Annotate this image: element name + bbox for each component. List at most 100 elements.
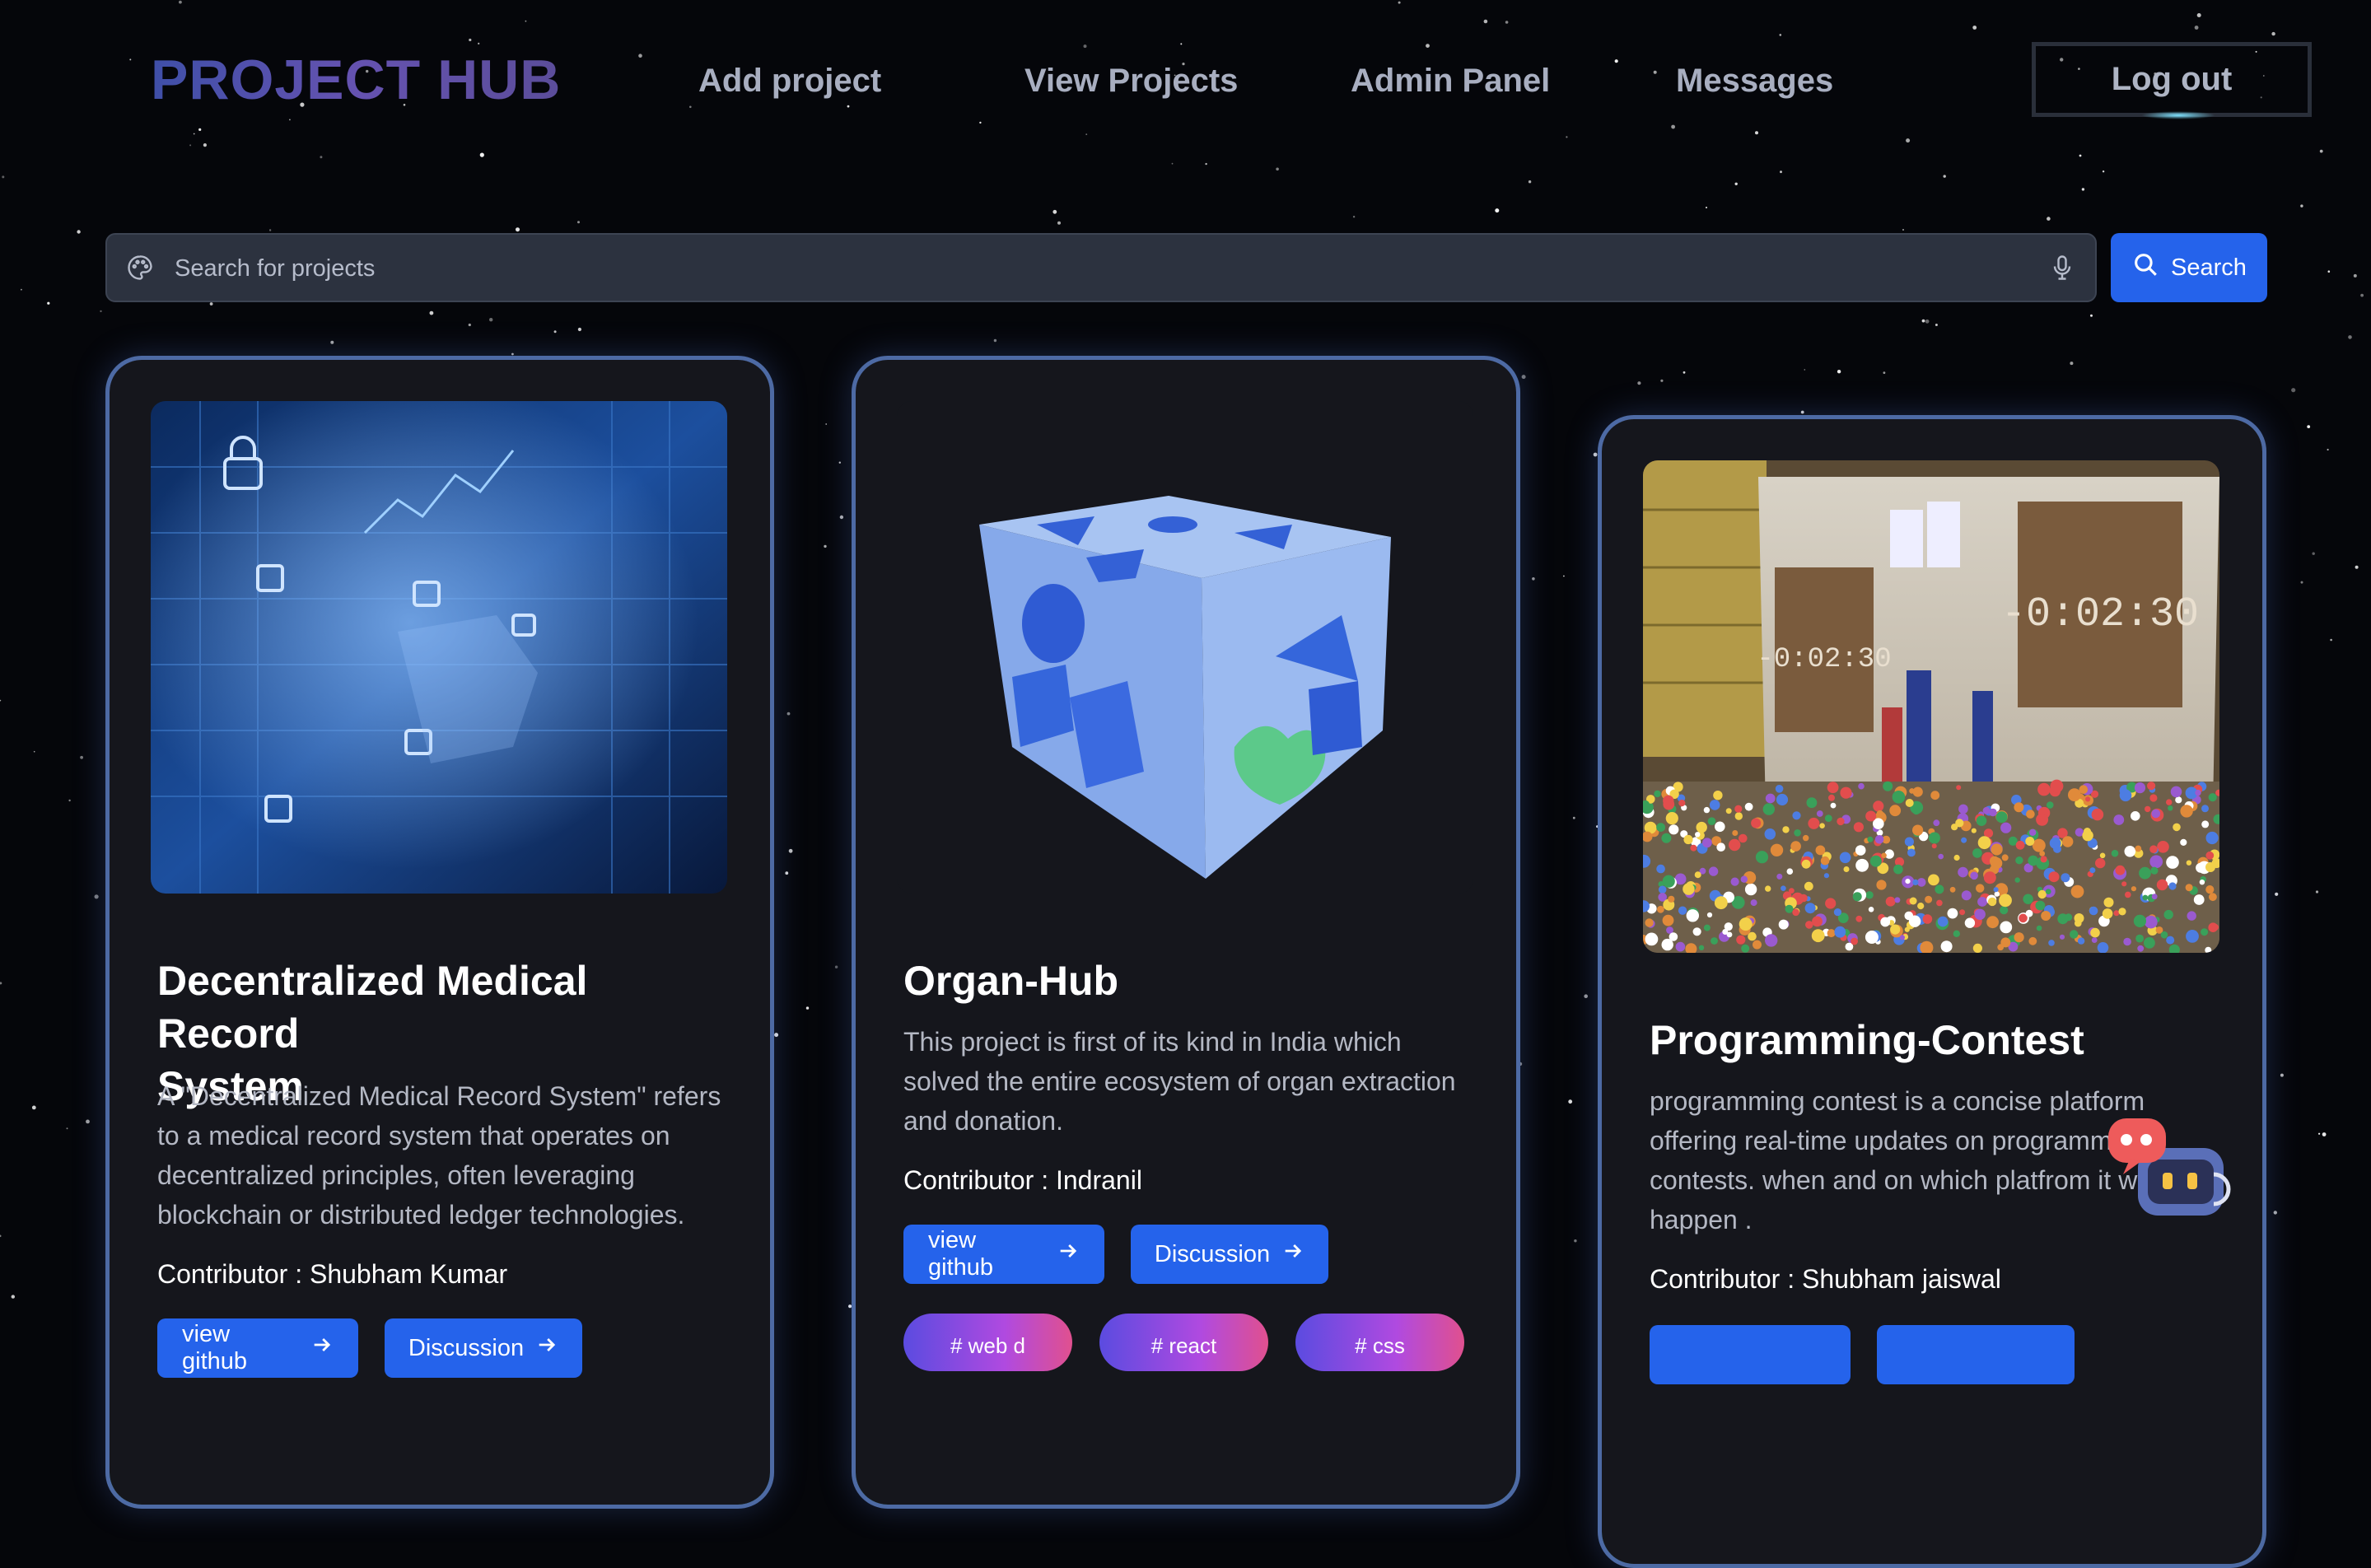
crowd-dot: [1698, 945, 1705, 950]
crowd-dot: [1904, 837, 1914, 847]
crowd-dot: [2123, 937, 2131, 946]
crowd-dot: [2180, 838, 2187, 846]
star: [2353, 273, 2357, 278]
crowd-dot: [1711, 937, 1718, 945]
crowd-dot: [2028, 936, 2037, 945]
crowd-dot: [2186, 860, 2192, 866]
star: [268, 229, 272, 231]
crowd-dot: [1668, 895, 1675, 903]
mic-icon[interactable]: [2047, 253, 2077, 287]
star: [86, 1119, 90, 1124]
star: [1057, 221, 1061, 225]
crowd-dot: [2113, 910, 2120, 917]
star: [21, 288, 22, 291]
tag-chip[interactable]: # web d: [903, 1314, 1072, 1371]
crowd-dot: [1662, 914, 1674, 926]
crowd-dot: [1933, 819, 1940, 827]
crowd-dot: [1828, 794, 1835, 801]
tag-chip[interactable]: # css: [1295, 1314, 1464, 1371]
crowd-dot: [2061, 873, 2070, 883]
crowd-dot: [2062, 836, 2074, 847]
crowd-dot: [1792, 908, 1799, 917]
search-input[interactable]: [173, 245, 1988, 292]
crowd-dot: [1816, 810, 1823, 817]
star: [786, 712, 791, 716]
star: [511, 352, 514, 356]
search-button[interactable]: Search: [2111, 233, 2267, 302]
crowd-dot: [1709, 800, 1720, 810]
search-button-label: Search: [2171, 254, 2247, 281]
star: [2291, 388, 2296, 393]
card-description: This project is first of its kind in Ind…: [903, 1027, 1456, 1136]
crowd-dot: [1823, 873, 1829, 879]
crowd-dot: [2170, 786, 2182, 798]
star: [2300, 204, 2303, 208]
logout-label: Log out: [2111, 61, 2233, 97]
view-github-button[interactable]: [1650, 1325, 1851, 1384]
crowd-dot: [2205, 885, 2215, 894]
crowd-dot: [2089, 867, 2096, 874]
discussion-button[interactable]: Discussion: [385, 1318, 582, 1378]
star: [0, 982, 2, 985]
crowd-dot: [2015, 840, 2025, 850]
crowd-dot: [1801, 859, 1811, 869]
crowd-dot: [2142, 894, 2149, 901]
crowd-dot: [2035, 900, 2046, 911]
discussion-button[interactable]: Discussion: [1131, 1225, 1328, 1284]
crowd-dot: [1858, 782, 1865, 790]
view-github-button[interactable]: view github: [157, 1318, 358, 1378]
crowd-dot: [2163, 909, 2173, 920]
crowd-dot: [1958, 866, 1968, 878]
crowd-dot: [2036, 813, 2049, 826]
star: [2047, 217, 2051, 221]
star: [1921, 319, 1925, 323]
crowd-dot: [1907, 848, 1916, 857]
crowd-dot: [2149, 855, 2163, 869]
crowd-dot: [1958, 804, 1968, 814]
top-navbar: PROJECT HUB Add project View Projects Ad…: [0, 0, 2371, 165]
star: [2102, 170, 2105, 173]
crowd-dot: [1786, 868, 1794, 875]
crowd-dot: [2151, 809, 2161, 819]
star: [2355, 565, 2359, 569]
crowd-dot: [1839, 852, 1851, 864]
crowd-dot: [1851, 937, 1858, 945]
discussion-button[interactable]: [1877, 1325, 2075, 1384]
chatbot-icon[interactable]: [2108, 1113, 2240, 1220]
crowd-dot: [2168, 882, 2177, 890]
crowd-dot: [2168, 805, 2173, 811]
crowd-dot: [2091, 808, 2104, 821]
logout-button[interactable]: Log out: [2032, 42, 2312, 117]
nav-messages[interactable]: Messages: [1676, 63, 1833, 100]
star: [2275, 892, 2279, 896]
brand-logo[interactable]: PROJECT HUB: [151, 48, 561, 112]
star: [805, 1006, 810, 1010]
arrow-right-icon: [310, 1333, 334, 1363]
crowd-dot: [2133, 914, 2146, 927]
crowd-dot: [1928, 874, 1939, 886]
crowd-dot: [2037, 889, 2047, 899]
crowd-dot: [1654, 790, 1661, 798]
crowd-dot: [2000, 937, 2011, 948]
crowd-dot: [2082, 829, 2093, 842]
crowd-dot: [1696, 821, 1707, 833]
crowd-dot: [1852, 892, 1862, 902]
crowd-dot: [1909, 897, 1917, 905]
star: [2312, 552, 2315, 555]
star: [2307, 425, 2311, 428]
project-image: [897, 401, 1473, 894]
star: [0, 1234, 2, 1238]
star: [2090, 314, 2093, 317]
tag-chip[interactable]: # react: [1099, 1314, 1268, 1371]
nav-view-projects[interactable]: View Projects: [1024, 63, 1238, 100]
nav-add-project[interactable]: Add project: [698, 63, 881, 100]
view-github-button[interactable]: view github: [903, 1225, 1104, 1284]
card-contributor: Contributor : Indranil: [903, 1165, 1142, 1195]
star: [577, 221, 580, 224]
nav-admin-panel[interactable]: Admin Panel: [1351, 63, 1550, 100]
star: [1584, 994, 1588, 998]
star: [1706, 207, 1707, 208]
crowd-dot: [1995, 811, 2008, 824]
crowd-dot: [1732, 830, 1739, 836]
star: [1734, 182, 1738, 185]
